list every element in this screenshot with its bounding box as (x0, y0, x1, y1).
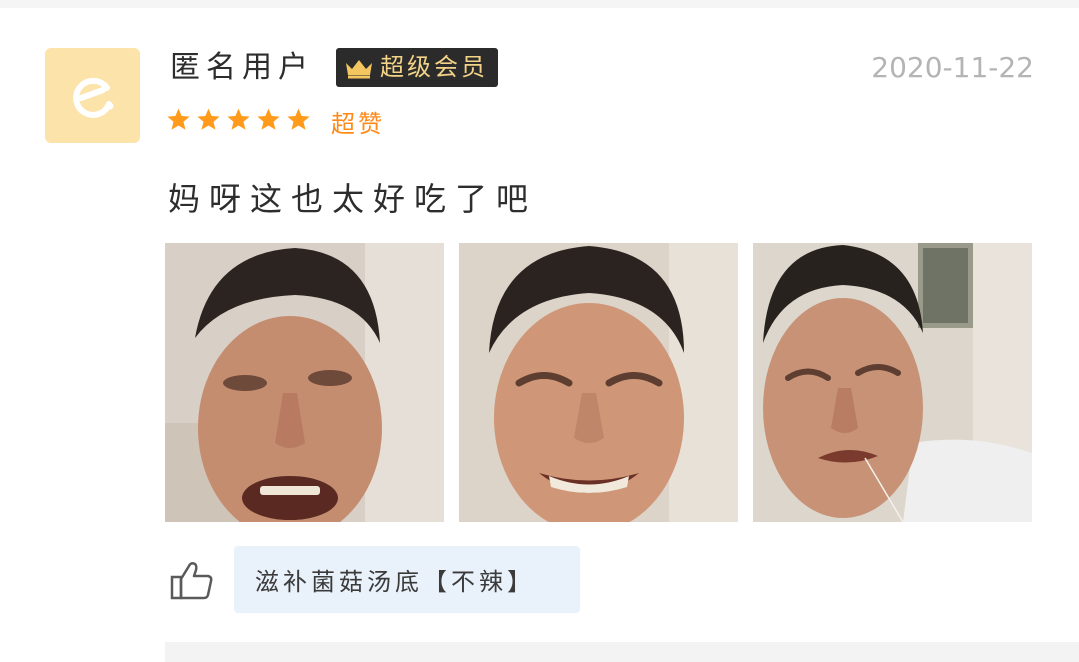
thumbs-up-icon[interactable] (170, 560, 214, 600)
avatar[interactable] (45, 48, 140, 143)
member-badge: 超级会员 (336, 48, 498, 87)
star-icon (257, 108, 280, 130)
star-rating (166, 107, 316, 132)
eleme-logo-icon (72, 77, 113, 118)
review-text: 妈呀这也太好吃了吧 (168, 180, 538, 218)
top-divider (0, 0, 1079, 8)
bottom-divider (165, 642, 1079, 662)
liked-dish-tag[interactable]: 滋补菌菇汤底【不辣】 (234, 546, 580, 613)
rating-label: 超赞 (331, 110, 385, 138)
star-icon (227, 108, 250, 130)
review-photo-3-image (753, 243, 1032, 522)
review-photo-1[interactable] (165, 243, 444, 522)
liked-dish-label: 滋补菌菇汤底【不辣】 (255, 568, 535, 596)
member-badge-label: 超级会员 (380, 53, 488, 81)
star-icon (197, 108, 220, 130)
review-photo-2[interactable] (459, 243, 738, 522)
star-icon (287, 108, 310, 130)
username: 匿名用户 (170, 50, 314, 85)
crown-icon (346, 59, 372, 78)
review-card: 匿名用户 超级会员 2020-11-22 超赞 妈呀这也太好吃了吧 滋补菌菇汤底… (0, 0, 1079, 662)
star-icon (167, 108, 190, 130)
review-photo-3[interactable] (753, 243, 1032, 522)
review-photo-2-image (459, 243, 738, 522)
review-date: 2020-11-22 (871, 51, 1034, 84)
review-photo-1-image (165, 243, 444, 522)
